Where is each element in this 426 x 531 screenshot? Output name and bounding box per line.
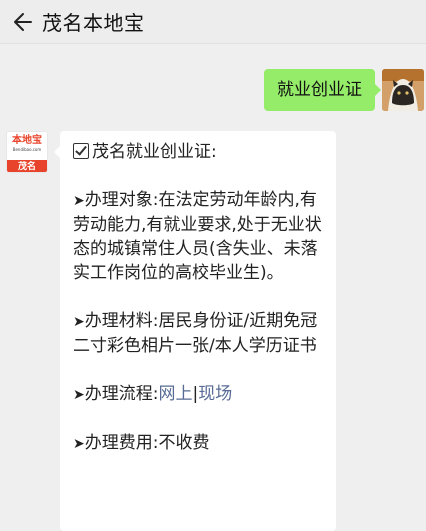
- checkbox-icon: [73, 143, 89, 159]
- bendibao-logo: 本地宝 Bendibao.com: [7, 132, 47, 160]
- arrow-bullet-icon: ➤: [73, 314, 85, 330]
- user-avatar[interactable]: [382, 69, 424, 111]
- user-message-bubble[interactable]: 就业创业证: [264, 69, 381, 111]
- back-arrow-icon: [14, 12, 32, 31]
- section-fee: ➤办理费用:不收费: [73, 433, 210, 453]
- section-materials: ➤办理材料:居民身份证/近期免冠二寸彩色相片一张/本人学历证书: [73, 311, 318, 356]
- onsite-link[interactable]: 现场: [198, 384, 232, 404]
- app-header: 茂名本地宝: [0, 0, 426, 44]
- city-label: 茂名: [7, 160, 47, 172]
- arrow-bullet-icon: ➤: [73, 193, 85, 209]
- back-button[interactable]: [4, 0, 40, 44]
- bot-avatar[interactable]: 本地宝 Bendibao.com 茂名: [6, 131, 48, 173]
- section-process: ➤办理流程:网上|现场: [73, 384, 233, 404]
- message-heading: 茂名就业创业证:: [73, 140, 323, 164]
- bot-message-bubble[interactable]: 茂名就业创业证: ➤办理对象:在法定劳动年龄内,有劳动能力,有就业要求,处于无业…: [54, 131, 336, 531]
- page-title: 茂名本地宝: [42, 11, 145, 35]
- online-link[interactable]: 网上: [158, 384, 192, 404]
- cat-avatar-icon: [382, 69, 424, 111]
- arrow-bullet-icon: ➤: [73, 436, 85, 452]
- arrow-bullet-icon: ➤: [73, 387, 85, 403]
- section-eligibility: ➤办理对象:在法定劳动年龄内,有劳动能力,有就业要求,处于无业状态的城镇常住人员…: [73, 190, 322, 283]
